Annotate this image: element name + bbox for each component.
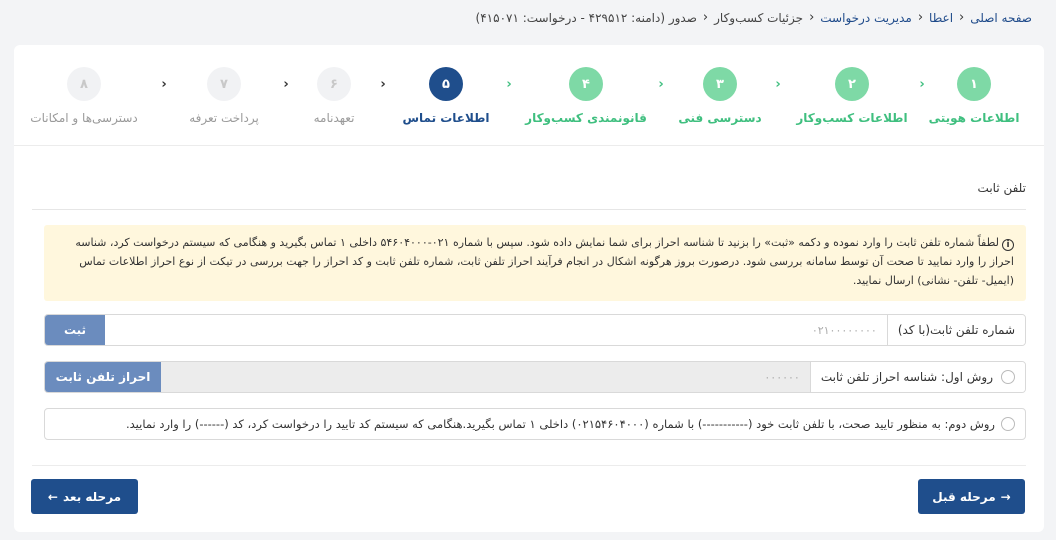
breadcrumb-request-management[interactable]: مدیریت درخواست	[820, 11, 912, 25]
divider	[32, 465, 1026, 466]
verification-code-input[interactable]: ۰۰۰۰۰۰	[161, 362, 810, 392]
breadcrumb-business-details[interactable]: جزئیات کسب‌وکار	[714, 11, 803, 25]
notice-text: لطفاً شماره تلفن ثابت را وارد نموده و دک…	[75, 236, 1014, 287]
step-label: اطلاعات تماس	[402, 111, 490, 125]
prev-step-button[interactable]: → مرحله قبل	[918, 479, 1025, 514]
section-title: تلفن ثابت	[977, 181, 1026, 195]
next-step-label: مرحله بعد	[62, 489, 122, 504]
method1-label: روش اول: شناسه احراز تلفن ثابت	[820, 370, 993, 384]
step-2[interactable]: ۲ اطلاعات کسب‌وکار	[777, 67, 927, 125]
chevron-left-icon: ‹	[959, 10, 965, 25]
wizard-card: ۱ اطلاعات هویتی ‹ ۲ اطلاعات کسب‌وکار ‹ ۳…	[14, 45, 1044, 532]
method1-row: روش اول: شناسه احراز تلفن ثابت ۰۰۰۰۰۰ اح…	[44, 361, 1026, 393]
verify-phone-button[interactable]: احراز تلفن ثابت	[45, 362, 161, 392]
divider	[32, 209, 1026, 210]
step-circle: ۴	[569, 67, 603, 101]
chevron-left-icon: ‹	[809, 10, 815, 25]
divider	[14, 145, 1044, 146]
step-label: تعهدنامه	[313, 111, 355, 125]
method2-radio[interactable]	[1001, 417, 1015, 431]
prev-step-label: مرحله قبل	[932, 489, 996, 504]
step-label: اطلاعات هویتی	[928, 111, 1020, 125]
step-circle: ۷	[207, 67, 241, 101]
phone-row: شماره تلفن ثابت(با کد) ۰۲۱۰۰۰۰۰۰۰۰ ثبت	[44, 314, 1026, 346]
breadcrumb-current: صدور (دامنه: ۴۲۹۵۱۲ - درخواست: ۴۱۵۰۷۱)	[475, 10, 697, 25]
method2-row: روش دوم: به منظور تایید صحت، با تلفن ثاب…	[44, 408, 1026, 440]
phone-input[interactable]: ۰۲۱۰۰۰۰۰۰۰۰	[105, 315, 887, 345]
step-8: ۸ دسترسی‌ها و امکانات	[9, 67, 159, 125]
step-circle: ۳	[703, 67, 737, 101]
chevron-left-icon: ‹	[917, 10, 924, 25]
step-circle: ۶	[317, 67, 351, 101]
step-7: ۷ پرداخت تعرفه	[149, 67, 299, 125]
step-label: پرداخت تعرفه	[189, 111, 259, 125]
step-circle: ۵	[429, 67, 463, 101]
next-step-button[interactable]: مرحله بعد ←	[31, 479, 138, 514]
arrow-left-icon: ←	[47, 489, 58, 504]
step-circle: ۱	[957, 67, 991, 101]
method1-radio[interactable]	[1001, 370, 1015, 384]
step-label: دسترسی‌ها و امکانات	[30, 111, 138, 125]
notice-box: iلطفاً شماره تلفن ثابت را وارد نموده و د…	[44, 225, 1026, 301]
step-label: قانونمندی کسب‌وکار	[525, 111, 647, 125]
step-label: اطلاعات کسب‌وکار	[796, 111, 908, 125]
step-label: دسترسی فنی	[678, 111, 762, 125]
method1-label-group: روش اول: شناسه احراز تلفن ثابت	[809, 362, 1025, 392]
step-4[interactable]: ۴ قانونمندی کسب‌وکار	[511, 67, 661, 125]
method2-text: روش دوم: به منظور تایید صحت، با تلفن ثاب…	[125, 417, 995, 431]
breadcrumb-grant[interactable]: اعطا	[929, 11, 953, 25]
step-circle: ۸	[67, 67, 101, 101]
stepper: ۱ اطلاعات هویتی ‹ ۲ اطلاعات کسب‌وکار ‹ ۳…	[14, 67, 1044, 147]
breadcrumb-home[interactable]: صفحه اصلی	[970, 11, 1032, 25]
arrow-right-icon: →	[1000, 489, 1011, 504]
chevron-left-icon: ‹	[161, 77, 167, 92]
submit-button[interactable]: ثبت	[45, 315, 105, 345]
step-circle: ۲	[835, 67, 869, 101]
chevron-left-icon: ‹	[702, 10, 709, 25]
step-3[interactable]: ۳ دسترسی فنی	[645, 67, 795, 125]
info-icon: i	[1002, 239, 1014, 251]
breadcrumb: صفحه اصلی ‹ اعطا ‹ مدیریت درخواست ‹ جزئی…	[476, 10, 1032, 25]
phone-label: شماره تلفن ثابت(با کد)	[886, 315, 1025, 345]
